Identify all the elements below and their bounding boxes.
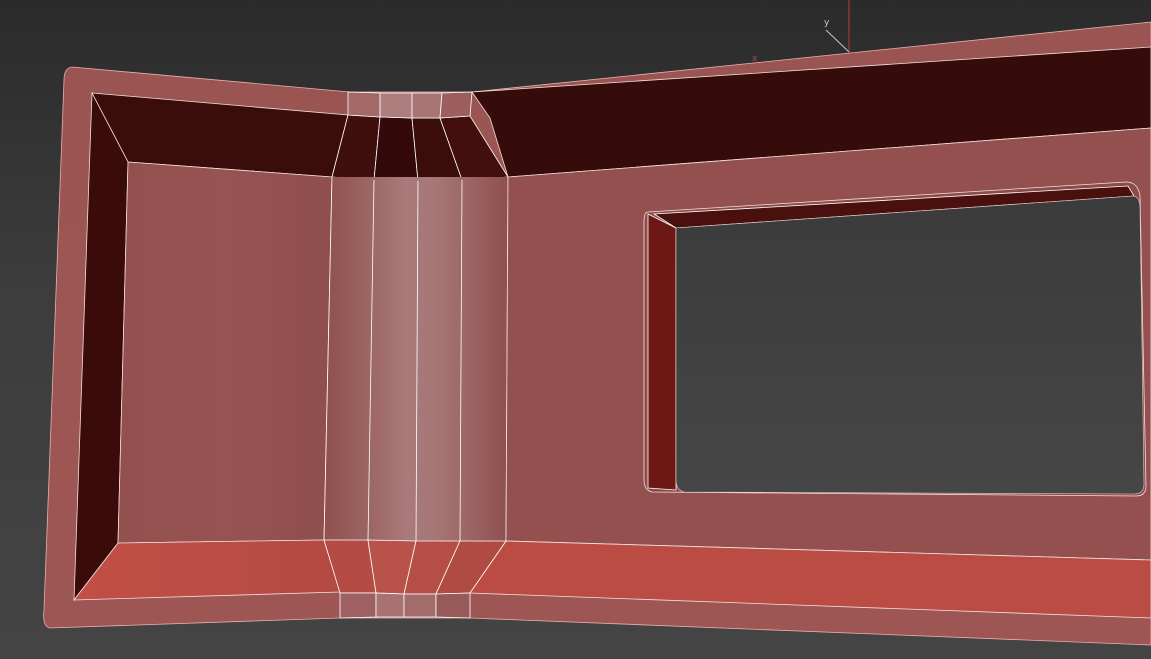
axis-y-label: y xyxy=(824,18,830,28)
floor-face xyxy=(73,539,341,601)
3d-viewport[interactable]: y x xyxy=(0,0,1151,659)
back-wall-left xyxy=(117,161,333,544)
cylinder-body xyxy=(323,176,509,542)
axis-x-label: x xyxy=(752,54,758,64)
axis-gizmo xyxy=(825,0,850,53)
window-opening xyxy=(643,181,1147,497)
mesh-object[interactable] xyxy=(0,0,1151,659)
